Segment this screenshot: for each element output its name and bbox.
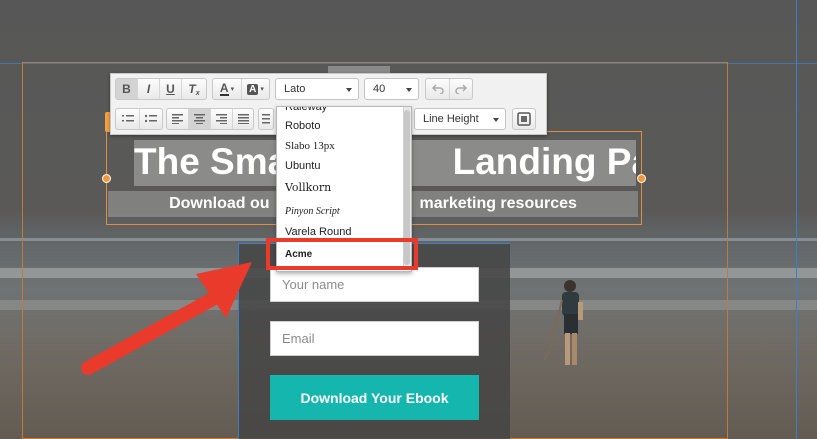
- annotation-arrow-icon: [81, 262, 252, 375]
